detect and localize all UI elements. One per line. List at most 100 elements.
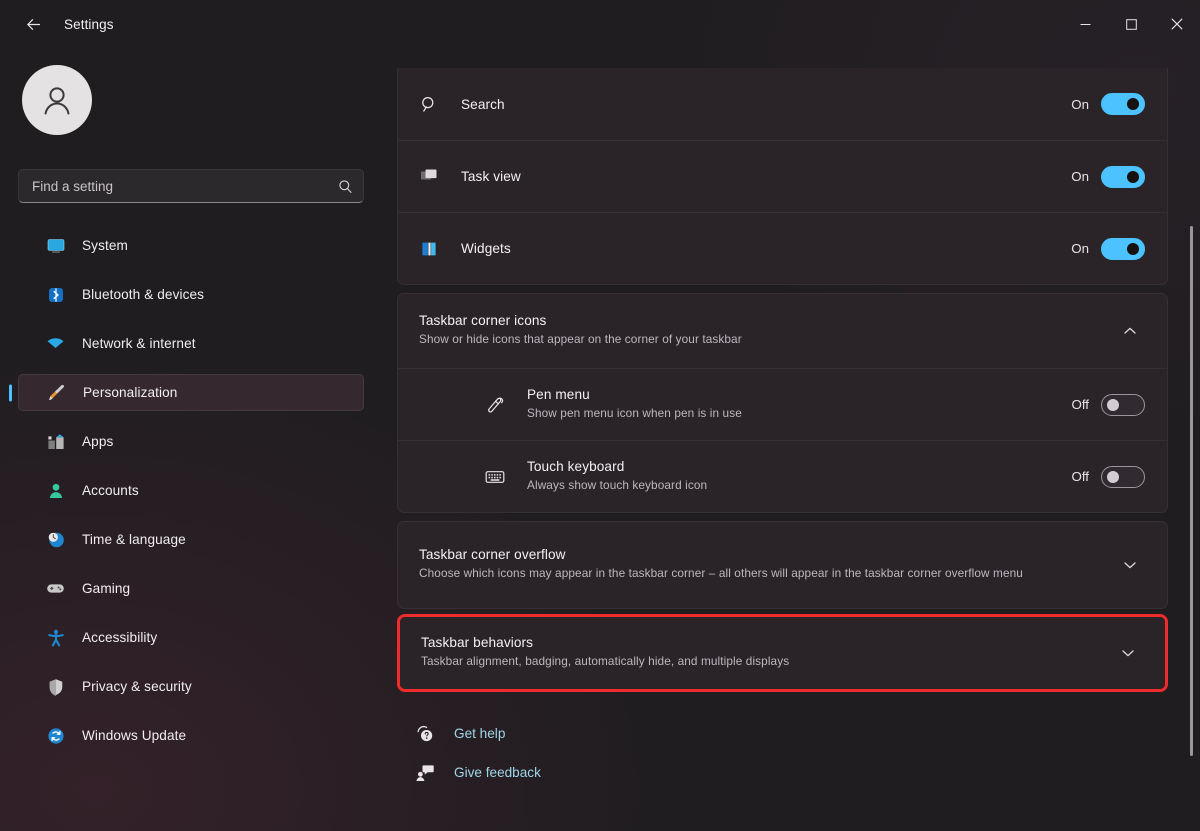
toggle-state-label: On [1067,97,1089,112]
row-control [1115,550,1145,580]
main-panel: Personalization › Taskbar [380,48,1200,831]
row-title: Search [461,97,1051,112]
taskbar-row-search[interactable]: Search On [398,68,1167,140]
sidebar-item-label: Time & language [82,532,186,547]
avatar[interactable] [22,65,92,135]
accessibility-icon [46,628,65,647]
toggle-state-label: Off [1067,469,1089,484]
row-control: Off [1067,466,1145,488]
maximize-icon [1126,19,1137,30]
minimize-icon [1080,19,1091,30]
sidebar-item-windows-update[interactable]: Windows Update [18,717,364,754]
pen-menu-toggle[interactable] [1101,394,1145,416]
sidebar-item-gaming[interactable]: Gaming [18,570,364,607]
touch-keyboard-icon [483,465,507,489]
row-control [1115,316,1145,346]
account-section [18,48,364,135]
toggle-state-label: On [1067,169,1089,184]
link-label: Get help [454,726,505,741]
section-subtitle: Taskbar alignment, badging, automaticall… [421,653,1097,670]
sidebar-item-system[interactable]: System [18,227,364,264]
sidebar-item-accessibility[interactable]: Accessibility [18,619,364,656]
sidebar-item-apps[interactable]: Apps [18,423,364,460]
section-subtitle: Show or hide icons that appear on the co… [419,331,1099,348]
search-icon [417,92,441,116]
sidebar-item-network-internet[interactable]: Network & internet [18,325,364,362]
close-button[interactable] [1154,0,1200,48]
search-toggle[interactable] [1101,93,1145,115]
sidebar-item-label: Accessibility [82,630,157,645]
sidebar-item-label: Apps [82,434,113,449]
row-title: Touch keyboard [527,459,1051,474]
taskbar-row-widgets[interactable]: Widgets On [398,212,1167,284]
sidebar-item-personalization[interactable]: Personalization [18,374,364,411]
widgets-icon [417,237,441,261]
apps-icon [46,432,65,451]
row-subtitle: Always show touch keyboard icon [527,477,1051,494]
row-text: Pen menu Show pen menu icon when pen is … [527,387,1051,422]
scrollbar-track[interactable] [1190,148,1193,801]
feedback-icon [414,762,436,784]
gamepad-icon [46,579,65,598]
row-subtitle: Show pen menu icon when pen is in use [527,405,1051,422]
sidebar-item-label: Personalization [83,385,177,400]
touch-keyboard-toggle[interactable] [1101,466,1145,488]
widgets-toggle[interactable] [1101,238,1145,260]
row-text: Taskbar corner overflow Choose which ico… [417,547,1099,582]
row-control: On [1067,238,1145,260]
row-text: Touch keyboard Always show touch keyboar… [527,459,1051,494]
system-icon [46,236,65,255]
toggle-state-label: Off [1067,397,1089,412]
shield-icon [46,677,65,696]
close-icon [1171,18,1183,30]
chevron-up-icon[interactable] [1115,316,1145,346]
taskbar-items-card: Search On [397,68,1168,285]
row-control: On [1067,93,1145,115]
corner-icon-row-touch-keyboard[interactable]: Touch keyboard Always show touch keyboar… [398,440,1167,512]
scrollbar-thumb[interactable] [1190,226,1193,756]
section-header-taskbar-corner-icons[interactable]: Taskbar corner icons Show or hide icons … [398,294,1167,368]
sidebar-item-label: Network & internet [82,336,196,351]
section-header-taskbar-behaviors[interactable]: Taskbar behaviors Taskbar alignment, bad… [400,617,1165,689]
title-bar-left: Settings [0,0,380,48]
minimize-button[interactable] [1062,0,1108,48]
update-icon [46,726,65,745]
row-text: Search [461,97,1051,112]
settings-scroll-region: Search On [380,48,1200,831]
section-title: Taskbar corner overflow [419,547,1099,562]
chevron-down-icon[interactable] [1115,550,1145,580]
title-bar-drag-area [380,0,1062,48]
section-title: Taskbar behaviors [421,635,1097,650]
section-header-taskbar-corner-overflow[interactable]: Taskbar corner overflow Choose which ico… [398,522,1167,608]
back-button[interactable] [16,7,50,41]
give-feedback-link[interactable]: Give feedback [414,753,664,792]
settings-window: Settings [0,0,1200,831]
row-text: Task view [461,169,1051,184]
sidebar-item-label: System [82,238,128,253]
row-control: On [1067,166,1145,188]
sidebar-item-label: Gaming [82,581,130,596]
sidebar-item-bluetooth-devices[interactable]: Bluetooth & devices [18,276,364,313]
footer-links: Get help Give feedback [397,692,1168,792]
row-control: Off [1067,394,1145,416]
app-title: Settings [64,17,114,32]
back-arrow-icon [25,16,42,33]
maximize-button[interactable] [1108,0,1154,48]
search-box[interactable] [18,169,364,203]
link-label: Give feedback [454,765,541,780]
chevron-down-icon[interactable] [1113,638,1143,668]
sidebar-item-accounts[interactable]: Accounts [18,472,364,509]
sidebar-item-time-language[interactable]: Time & language [18,521,364,558]
user-avatar-icon [37,80,77,120]
row-title: Widgets [461,241,1051,256]
paintbrush-icon [47,383,66,402]
task-view-toggle[interactable] [1101,166,1145,188]
search-input[interactable] [32,179,338,194]
sidebar-item-label: Privacy & security [82,679,192,694]
search-icon [338,179,353,194]
corner-icon-row-pen-menu[interactable]: Pen menu Show pen menu icon when pen is … [398,368,1167,440]
taskbar-row-task-view[interactable]: Task view On [398,140,1167,212]
get-help-link[interactable]: Get help [414,714,664,753]
sidebar-item-label: Accounts [82,483,139,498]
sidebar-item-privacy-security[interactable]: Privacy & security [18,668,364,705]
